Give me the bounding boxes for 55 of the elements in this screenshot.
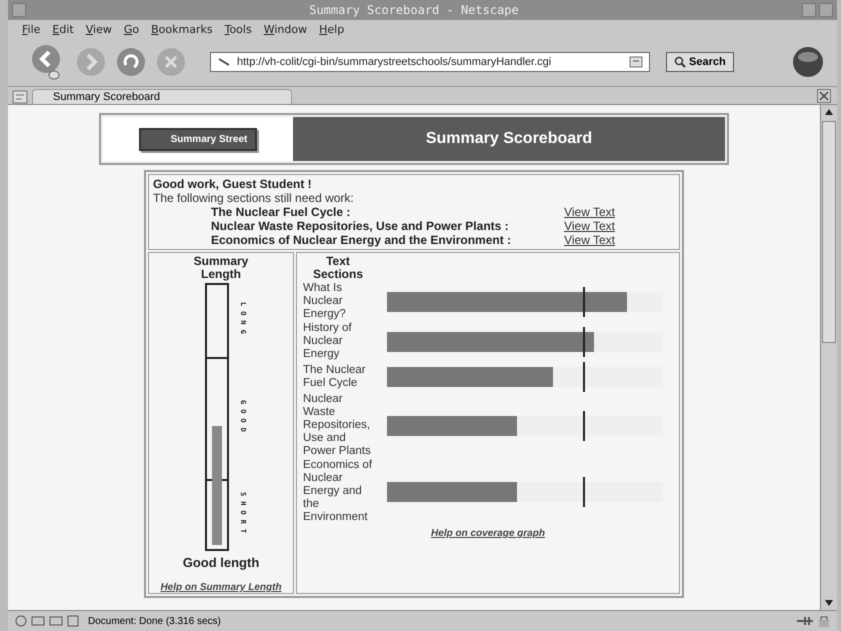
- section-name: History of Nuclear Energy: [303, 322, 353, 361]
- menu-item[interactable]: Bookmarks: [151, 22, 213, 36]
- menu-item[interactable]: Help: [319, 22, 344, 36]
- address-field[interactable]: http://vh-colit/cgi-bin/summarystreetschools/summaryHandler.cgi: [210, 52, 650, 72]
- menu-item[interactable]: File: [22, 22, 40, 36]
- connection-lock-icon: [795, 614, 831, 628]
- browser-tab[interactable]: Summary Scoreboard: [32, 89, 292, 104]
- menu-item[interactable]: Window: [264, 22, 308, 36]
- forward-button[interactable]: [74, 45, 108, 79]
- page-heading: Summary Scoreboard: [293, 117, 725, 161]
- logo-sign: Summary Street: [138, 128, 258, 150]
- meter-title: Summary Length: [192, 255, 250, 281]
- target-marker: [582, 476, 585, 506]
- dropdown-icon[interactable]: [629, 56, 643, 68]
- window-menu-button[interactable]: [12, 3, 26, 17]
- section-name: Nuclear Waste Repositories, Use and Power Plants: [303, 393, 372, 458]
- menu-item[interactable]: Go: [124, 22, 140, 36]
- target-marker: [582, 410, 585, 440]
- maximize-button[interactable]: [819, 3, 833, 17]
- status-text: Document: Done (3.316 secs): [88, 616, 222, 626]
- sections-title: Text Sections: [312, 255, 364, 281]
- scroll-thumb[interactable]: [822, 121, 836, 343]
- scroll-down-arrow[interactable]: [824, 599, 834, 607]
- reload-button[interactable]: [114, 45, 148, 79]
- search-icon: [674, 56, 686, 68]
- target-marker: [582, 286, 585, 316]
- menu-item[interactable]: View: [86, 22, 112, 36]
- section-name: The Nuclear Fuel Cycle: [303, 364, 367, 390]
- tab-list-icon[interactable]: [12, 90, 28, 104]
- verdict-text: Good length: [182, 555, 260, 570]
- target-marker: [582, 362, 585, 392]
- greeting-text: Good work, Guest Student !: [153, 177, 313, 191]
- scroll-up-arrow[interactable]: [824, 108, 834, 116]
- target-marker: [582, 326, 585, 356]
- menu-item[interactable]: Edit: [52, 22, 74, 36]
- section-title: Nuclear Waste Repositories, Use and Power Plants :: [211, 219, 509, 233]
- view-text-link[interactable]: View Text: [564, 219, 615, 233]
- section-name: What Is Nuclear Energy?: [303, 282, 347, 321]
- status-icons-drawing[interactable]: [14, 614, 80, 628]
- search-button[interactable]: Search: [666, 52, 734, 72]
- section-name: Economics of Nuclear Energy and the Environment: [303, 459, 374, 524]
- intro-text: The following sections still need work:: [153, 191, 355, 205]
- view-text-link[interactable]: View Text: [564, 233, 615, 247]
- help-link[interactable]: Help on coverage graph: [303, 528, 673, 539]
- window-title: Summary Scoreboard - Netscape: [308, 3, 520, 17]
- globe-logo-icon: [791, 45, 825, 79]
- menu-item[interactable]: Tools: [224, 22, 252, 36]
- minimize-button[interactable]: [802, 3, 816, 17]
- section-title: The Nuclear Fuel Cycle :: [211, 205, 350, 219]
- help-link[interactable]: Help on Summary Length: [160, 582, 282, 593]
- view-text-link[interactable]: View Text: [564, 205, 615, 219]
- scrollbar[interactable]: [820, 105, 837, 610]
- section-title: Economics of Nuclear Energy and the Environment :: [211, 233, 512, 247]
- stop-button[interactable]: [154, 45, 188, 79]
- close-tab-icon[interactable]: [817, 89, 831, 103]
